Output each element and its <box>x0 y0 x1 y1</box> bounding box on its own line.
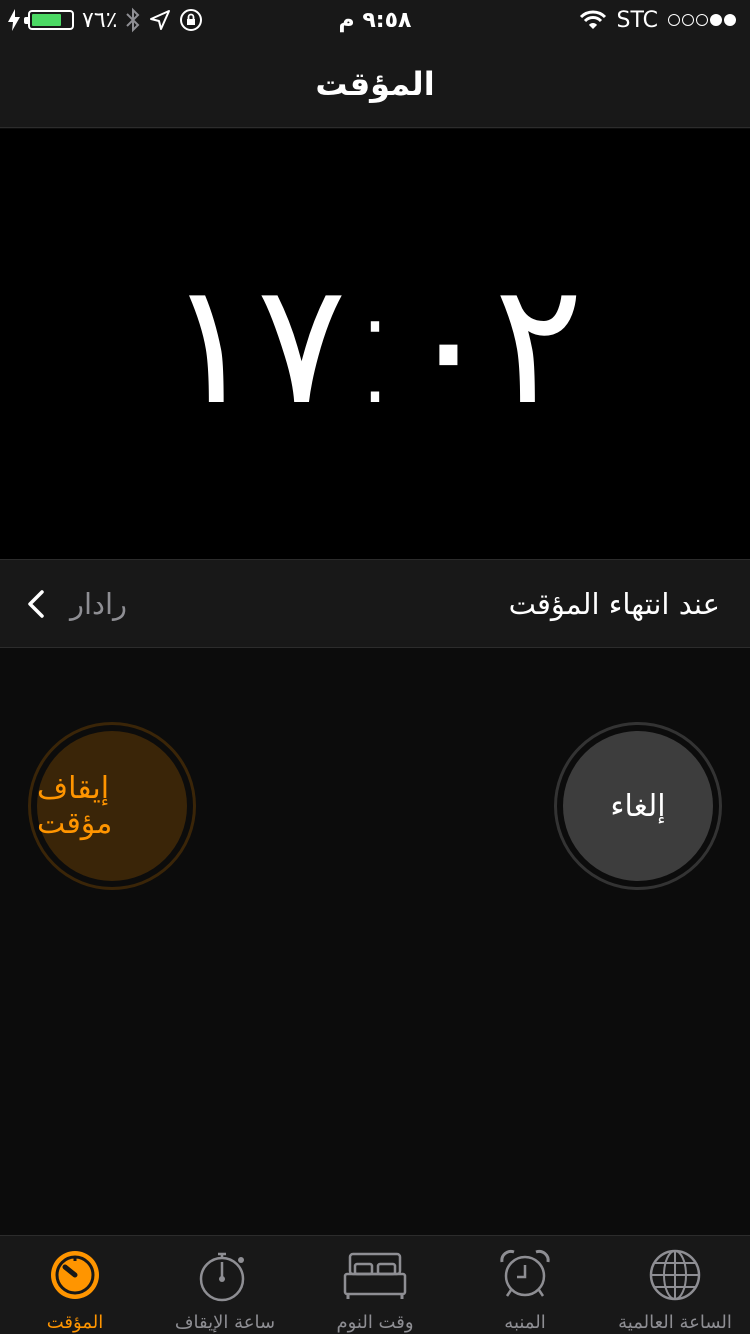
globe-icon <box>649 1249 701 1301</box>
cancel-button[interactable]: إلغاء <box>554 722 722 890</box>
countdown-display: ١٧:٠٢ <box>166 246 584 442</box>
when-timer-ends-label: عند انتهاء المؤقت <box>508 587 720 621</box>
tab-label: وقت النوم <box>336 1312 414 1333</box>
tab-alarm[interactable]: المنبه <box>450 1236 600 1334</box>
status-bar: ٧٦٪ ٩:٥٨ م STC <box>0 0 750 40</box>
tab-bedtime[interactable]: وقت النوم <box>300 1236 450 1334</box>
tab-label: المنبه <box>504 1312 546 1333</box>
signal-dot <box>696 14 708 26</box>
tab-world-clock[interactable]: الساعة العالمية <box>600 1236 750 1334</box>
tab-stopwatch[interactable]: ساعة الإيقاف <box>150 1236 300 1334</box>
tab-label: الساعة العالمية <box>618 1312 732 1333</box>
page-title: المؤقت <box>315 64 435 103</box>
tab-label: ساعة الإيقاف <box>174 1312 276 1333</box>
status-right: STC <box>579 0 736 40</box>
countdown-area: ١٧:٠٢ <box>0 129 750 559</box>
ringtone-value: رادار <box>70 587 128 621</box>
chevron-left-icon <box>28 590 44 618</box>
carrier-name: STC <box>616 7 658 33</box>
pause-button-label: إيقاف مؤقت <box>37 731 187 881</box>
alarm-clock-icon <box>500 1249 550 1297</box>
when-timer-ends-row[interactable]: عند انتهاء المؤقت رادار <box>0 559 750 648</box>
navigation-bar: المؤقت <box>0 40 750 128</box>
wifi-icon <box>579 10 606 29</box>
bed-icon <box>343 1252 407 1299</box>
tab-label: المؤقت <box>46 1312 104 1333</box>
signal-dot <box>710 14 722 26</box>
tab-timer[interactable]: المؤقت <box>0 1236 150 1334</box>
signal-dot <box>682 14 694 26</box>
timer-icon <box>51 1251 99 1299</box>
tab-bar: المؤقت ساعة الإيقاف وقت النوم المنبه الس… <box>0 1235 750 1334</box>
signal-dot <box>668 14 680 26</box>
stopwatch-icon <box>199 1252 245 1302</box>
signal-strength-icon <box>668 14 736 26</box>
timer-screen: ٧٦٪ ٩:٥٨ م STC المؤقت ١٧:٠٢ عند انتهاء ا… <box>0 0 750 1334</box>
cancel-button-label: إلغاء <box>563 731 713 881</box>
pause-button[interactable]: إيقاف مؤقت <box>28 722 196 890</box>
signal-dot <box>724 14 736 26</box>
